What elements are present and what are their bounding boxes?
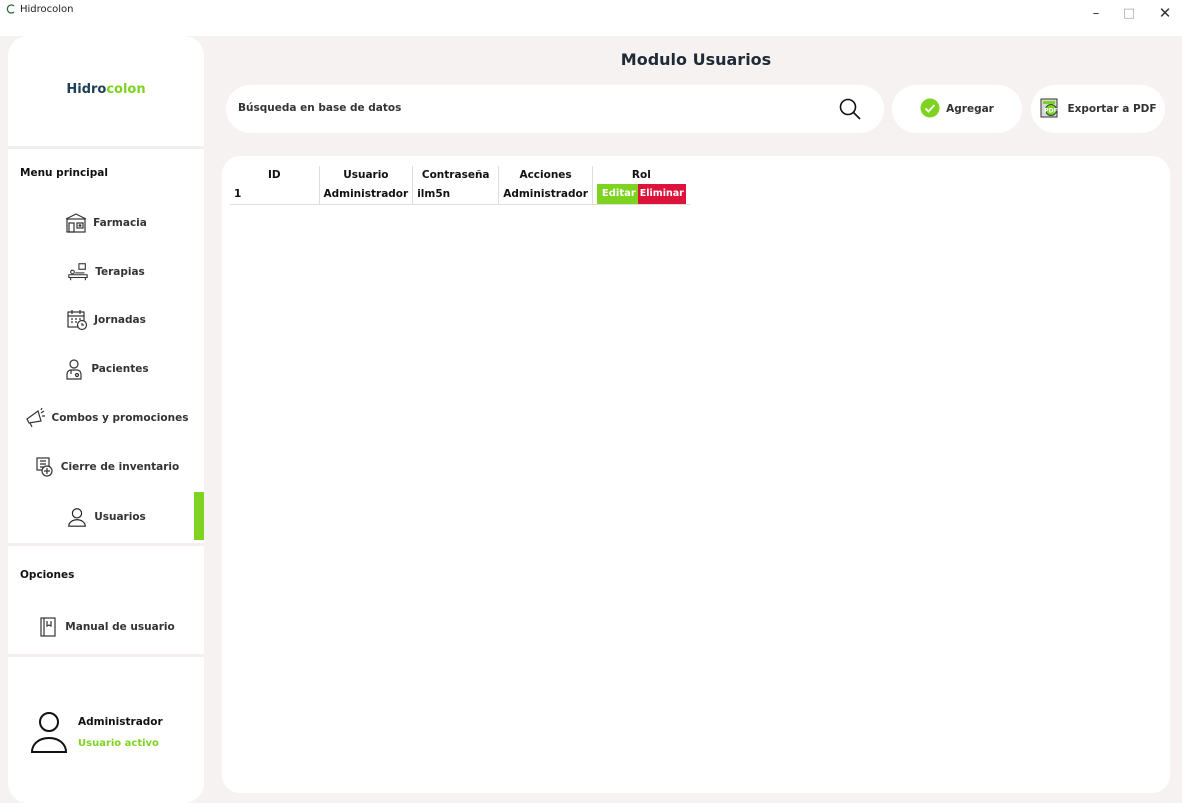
divider	[8, 146, 204, 149]
page-title: Modulo Usuarios	[620, 50, 772, 69]
close-button[interactable]: ✕	[1148, 2, 1182, 24]
column-header-id[interactable]: ID	[230, 166, 320, 184]
svg-text:PDF: PDF	[1045, 107, 1058, 114]
sidebar-item-label: Farmacia	[93, 217, 147, 229]
cell-usuario: Administrador	[319, 184, 414, 205]
column-header-rol[interactable]: Rol	[592, 166, 689, 184]
sidebar-item-combos[interactable]: Combos y promociones	[8, 398, 204, 438]
search-icon[interactable]	[838, 97, 862, 121]
app-logo-icon	[6, 3, 16, 17]
window-title: Hidrocolon	[20, 4, 74, 15]
options-section-title: Opciones	[20, 569, 75, 581]
sidebar-item-farmacia[interactable]: Farmacia	[8, 203, 204, 243]
sidebar-item-jornadas[interactable]: Jornadas	[8, 300, 204, 340]
user-icon	[66, 506, 88, 528]
table-header-row: ID Usuario Contraseña Acciones Rol	[230, 166, 690, 184]
export-pdf-button[interactable]: PDF Exportar a PDF	[1031, 85, 1165, 133]
divider	[8, 543, 204, 546]
current-user: Administrador Usuario activo	[30, 710, 200, 760]
avatar-icon	[30, 710, 68, 754]
window-titlebar: Hidrocolon – □ ✕	[0, 0, 1182, 36]
sidebar-item-label: Manual de usuario	[65, 621, 175, 633]
maximize-button[interactable]: □	[1112, 2, 1146, 24]
therapy-bed-icon	[67, 261, 89, 283]
cell-actions: Editar Eliminar	[592, 184, 690, 205]
sidebar-item-label: Cierre de inventario	[60, 461, 180, 473]
export-pdf-label: Exportar a PDF	[1067, 103, 1157, 115]
user-name: Administrador	[78, 716, 163, 728]
delete-button[interactable]: Eliminar	[637, 184, 686, 204]
cell-contrasena: ilm5n	[412, 184, 500, 205]
sidebar-item-terapias[interactable]: Terapias	[8, 252, 204, 292]
sidebar-item-label: Jornadas	[94, 314, 146, 326]
inventory-icon	[33, 456, 55, 478]
menu-section-title: Menu principal	[20, 167, 108, 179]
sidebar: Hidrocolon Menu principal Farmacia Terap…	[8, 36, 204, 803]
brand-part-1: Hidro	[66, 82, 107, 97]
pdf-export-icon: PDF	[1039, 97, 1061, 122]
search-bar[interactable]: Búsqueda en base de datos	[226, 85, 884, 133]
minimize-button[interactable]: –	[1079, 2, 1113, 24]
pharmacy-icon	[65, 212, 87, 234]
search-input[interactable]: Búsqueda en base de datos	[238, 102, 401, 114]
sidebar-item-cierre-inventario[interactable]: Cierre de inventario	[8, 447, 204, 487]
table-panel: ID Usuario Contraseña Acciones Rol 1 Adm…	[222, 156, 1170, 793]
cell-id: 1	[230, 184, 320, 205]
book-icon	[37, 616, 59, 638]
app-body: Hidrocolon Menu principal Farmacia Terap…	[0, 36, 1182, 803]
calendar-clock-icon	[66, 309, 88, 331]
patient-icon	[63, 358, 85, 380]
check-circle-icon	[920, 98, 940, 121]
sidebar-item-label: Combos y promociones	[51, 412, 189, 424]
active-indicator	[194, 492, 204, 540]
cell-rol: Administrador	[498, 184, 593, 205]
sidebar-item-label: Pacientes	[91, 363, 149, 375]
add-button-label: Agregar	[946, 103, 994, 115]
user-status: Usuario activo	[78, 738, 159, 749]
sidebar-item-usuarios[interactable]: Usuarios	[8, 497, 204, 537]
sidebar-item-label: Terapias	[95, 266, 145, 278]
column-header-contrasena[interactable]: Contraseña	[412, 166, 500, 184]
sidebar-item-manual[interactable]: Manual de usuario	[8, 607, 204, 647]
sidebar-item-pacientes[interactable]: Pacientes	[8, 349, 204, 389]
edit-button[interactable]: Editar	[596, 184, 638, 204]
divider	[8, 654, 204, 657]
table-row[interactable]: 1 Administrador ilm5n Administrador Edit…	[230, 184, 690, 205]
column-header-acciones[interactable]: Acciones	[498, 166, 593, 184]
users-table: ID Usuario Contraseña Acciones Rol 1 Adm…	[230, 166, 690, 205]
brand-logo: Hidrocolon	[8, 82, 204, 97]
add-button[interactable]: Agregar	[892, 85, 1022, 133]
megaphone-icon	[24, 407, 46, 429]
sidebar-item-label: Usuarios	[94, 511, 146, 523]
brand-part-2: colon	[106, 82, 146, 97]
column-header-usuario[interactable]: Usuario	[319, 166, 414, 184]
